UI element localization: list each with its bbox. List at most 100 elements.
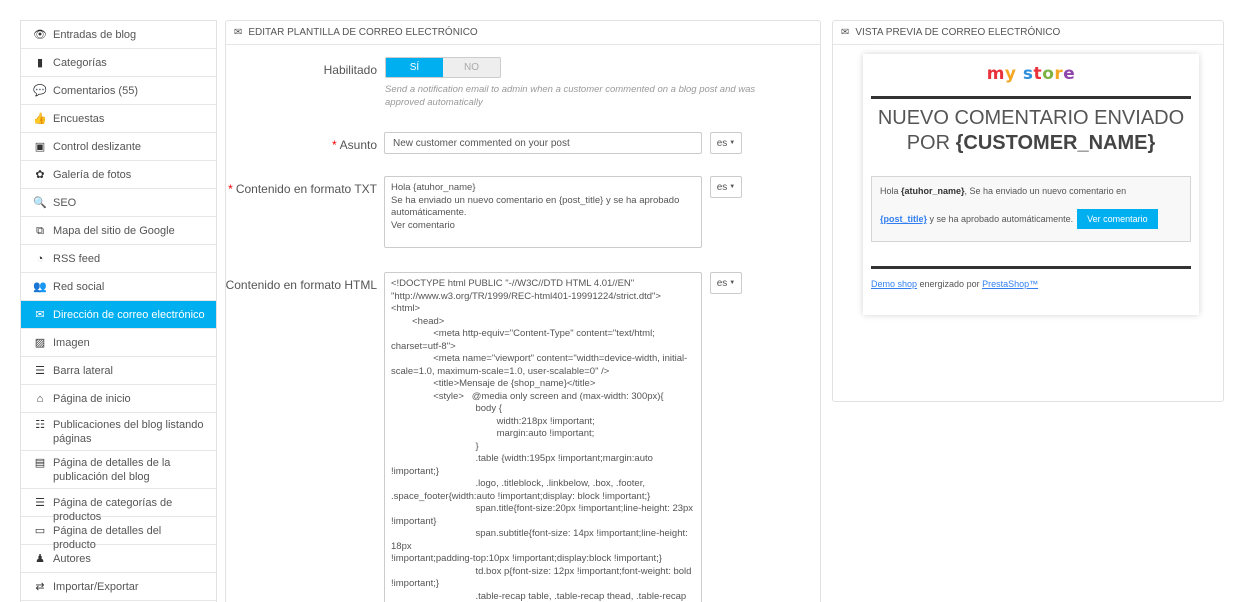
list-alt-icon: ☷	[35, 419, 45, 431]
sidebar-item[interactable]: 💬 Comentarios (55)	[21, 77, 216, 105]
sidebar-item-label: Página de detalles del producto	[53, 525, 162, 551]
sidebar-item-label: Entradas de blog	[53, 29, 137, 41]
email-body-line1: Hola {atuhor_name}, Se ha enviado un nue…	[880, 185, 1182, 197]
enabled-switch[interactable]: SÍ NO	[385, 57, 501, 78]
post-title-link[interactable]: {post_title}	[880, 214, 927, 224]
sidebar-item-label: Página de categorías de productos	[53, 497, 173, 523]
sidebar-item-label: Imagen	[53, 337, 90, 349]
eye-icon: 👁	[33, 29, 47, 41]
slider-icon: ▣	[34, 141, 46, 153]
body-text2: y se ha aprobado automáticamente.	[927, 214, 1074, 224]
comments-icon: 💬	[33, 85, 47, 97]
gallery-icon: ✿	[35, 169, 45, 181]
sidebar-item-label: Autores	[53, 553, 91, 565]
body-author: {atuhor_name}	[901, 186, 965, 196]
seo-icon: 🔍	[33, 197, 47, 209]
list-box-icon: ▤	[34, 457, 46, 469]
logo-letter: m	[986, 64, 1005, 84]
html-lang-button[interactable]: es ▼	[710, 272, 742, 294]
logo-letter: s	[1022, 64, 1034, 84]
sidebar-item[interactable]: ⇄ Importar/Exportar	[21, 573, 216, 601]
sidebar-item-label: Página de inicio	[53, 393, 131, 405]
sidebar-item[interactable]: 👍 Encuestas	[21, 105, 216, 133]
sidebar-item-label: Galería de fotos	[53, 169, 132, 181]
sidebar-item-label: Página de detalles de la publicación del…	[53, 457, 171, 483]
sidebar-item[interactable]: 👁 Entradas de blog	[21, 21, 216, 49]
sidebar-item-label: Control deslizante	[53, 141, 142, 153]
lang-code: es	[716, 181, 728, 193]
sidebar-item-label: Red social	[53, 281, 105, 293]
header-divider	[871, 96, 1191, 99]
txt-content-label: * Contenido en formato TXT	[228, 182, 377, 196]
sidebar-item-label: Categorías	[53, 57, 107, 69]
view-comment-button[interactable]: Ver comentario	[1077, 209, 1158, 229]
edit-panel-header: ✉ EDITAR PLANTILLA DE CORREO ELECTRÓNICO	[226, 21, 820, 45]
email-body-box: Hola {atuhor_name}, Se ha enviado un nue…	[871, 176, 1191, 242]
sidebar-item-label: Publicaciones del blog listando páginas	[53, 419, 204, 445]
email-preview-panel: ✉ VISTA PREVIA DE CORREO ELECTRÓNICO my …	[832, 20, 1224, 402]
demo-shop-link[interactable]: Demo shop	[871, 279, 917, 289]
sidebar-item[interactable]: 👥 Red social	[21, 273, 216, 301]
email-preview: my store NUEVO COMENTARIO ENVIADO POR {C…	[863, 54, 1199, 315]
caret-down-icon: ▼	[729, 184, 736, 190]
logo-letter: e	[1063, 64, 1076, 84]
body-text1: , Se ha enviado un nuevo comentario en	[964, 186, 1127, 196]
subject-input[interactable]: New customer commented on your post	[384, 132, 702, 154]
caret-down-icon: ▼	[729, 140, 736, 146]
subject-label-text: Asunto	[339, 138, 377, 152]
sidebar-item[interactable]: ⧉ Mapa del sitio de Google	[21, 217, 216, 245]
exchange-icon: ⇄	[35, 581, 45, 593]
store-logo: my store	[863, 64, 1199, 84]
sidebar-item[interactable]: ▣ Control deslizante	[21, 133, 216, 161]
enabled-help-text: Send a notification email to admin when …	[385, 84, 756, 108]
sidebar-item[interactable]: ☰ Página de categorías de productos	[21, 489, 216, 523]
preview-panel-title: VISTA PREVIA DE CORREO ELECTRÓNICO	[855, 27, 1061, 38]
sitemap-icon: ⧉	[36, 225, 44, 237]
subject-label: * Asunto	[331, 138, 377, 152]
list-ul-icon: ☰	[35, 497, 45, 509]
logo-letter: o	[1042, 64, 1055, 84]
lang-code: es	[716, 137, 728, 149]
sidebar-item-label: Encuestas	[53, 113, 105, 125]
sidebar-item[interactable]: ☰ Barra lateral	[21, 357, 216, 385]
rss-icon: ◔	[36, 253, 44, 265]
txt-lang-button[interactable]: es ▼	[710, 176, 742, 198]
users-icon: 👥	[33, 281, 47, 293]
footer-text: energizado por	[917, 279, 983, 289]
sidebar-item-label: Mapa del sitio de Google	[53, 225, 175, 237]
logo-letter: r	[1054, 64, 1064, 84]
envelope-icon: ✉	[841, 27, 850, 38]
sidebar-item[interactable]: ◔ RSS feed	[21, 245, 216, 273]
subject-lang-button[interactable]: es ▼	[710, 132, 742, 154]
sidebar-item[interactable]: ▮ Categorías	[21, 49, 216, 77]
switch-yes[interactable]: SÍ	[386, 58, 443, 77]
envelope-icon: ✉	[35, 309, 45, 321]
body-hola: Hola	[880, 186, 902, 196]
html-content-label-text: Contenido en formato HTML	[225, 278, 377, 292]
html-content-textarea[interactable]: <!DOCTYPE html PUBLIC "-//W3C//DTD HTML …	[384, 272, 702, 602]
txt-content-textarea[interactable]: Hola {atuhor_name} Se ha enviado un nuev…	[384, 176, 702, 248]
sidebar-item-label: SEO	[53, 197, 77, 209]
sidebar-item-label: Comentarios (55)	[53, 85, 138, 97]
sidebar-item[interactable]: ⌂ Página de inicio	[21, 385, 216, 413]
sidebar-item-label: Importar/Exportar	[53, 581, 139, 593]
edit-email-template-panel: ✉ EDITAR PLANTILLA DE CORREO ELECTRÓNICO…	[225, 20, 821, 602]
sidebar-item[interactable]: ✿ Galería de fotos	[21, 161, 216, 189]
heading-var: {CUSTOMER_NAME}	[955, 132, 1156, 154]
sidebar-item-label: Barra lateral	[53, 365, 113, 377]
sidebar-item[interactable]: 🔍 SEO	[21, 189, 216, 217]
preview-panel-header: ✉ VISTA PREVIA DE CORREO ELECTRÓNICO	[833, 21, 1223, 45]
email-heading: NUEVO COMENTARIO ENVIADO POR {CUSTOMER_N…	[871, 106, 1191, 156]
email-body-line2: {post_title} y se ha aprobado automática…	[880, 209, 1182, 229]
sidebar-item-label: RSS feed	[53, 253, 101, 265]
prestashop-link[interactable]: PrestaShop™	[982, 279, 1038, 289]
sidebar-item[interactable]: ▤ Página de detalles de la publicación de…	[21, 451, 216, 489]
switch-no[interactable]: NO	[443, 58, 500, 77]
sidebar-item[interactable]: ▨ Imagen	[21, 329, 216, 357]
sidebar-item[interactable]: ☷ Publicaciones del blog listando páginas	[21, 413, 216, 451]
home-icon: ⌂	[36, 393, 44, 405]
sidebar-item-label: Dirección de correo electrónico	[53, 309, 205, 321]
caret-down-icon: ▼	[729, 280, 736, 286]
logo-letter: t	[1033, 64, 1043, 84]
sidebar-item[interactable]: ✉ Dirección de correo electrónico	[21, 301, 216, 329]
